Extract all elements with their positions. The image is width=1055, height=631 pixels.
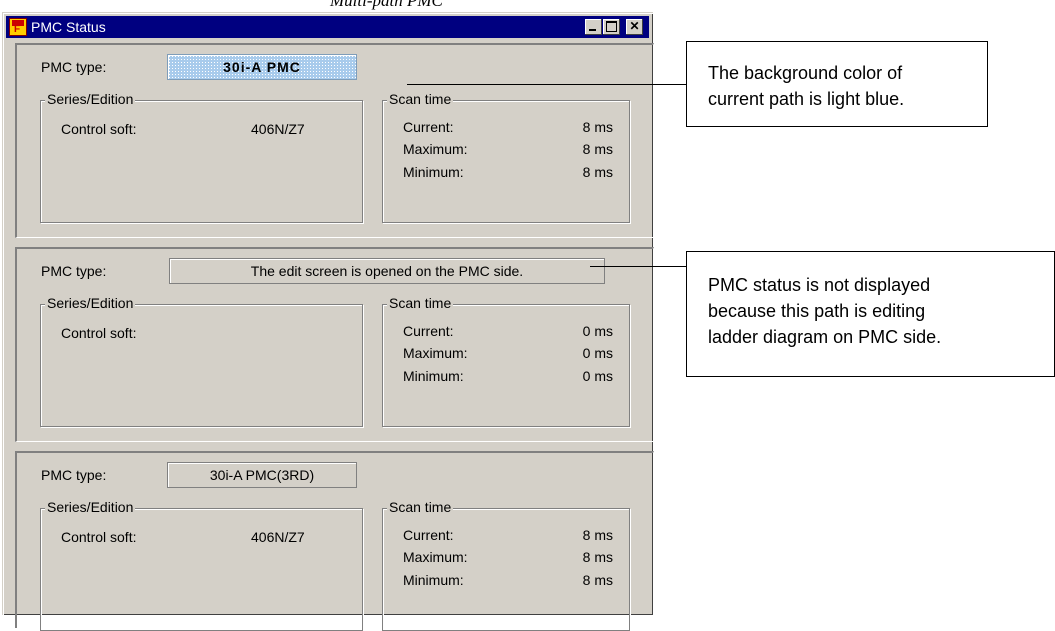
callout-line: current path is light blue. [708,89,905,109]
pmc-type-value: 30i-A PMC(3RD) [167,462,357,488]
scan-current-row: Current: 0 ms [403,323,613,339]
scan-time-group: Scan time Current: 8 ms Maximum: 8 ms Mini… [382,499,630,631]
callout-line: PMC status is not displayed [708,275,931,295]
series-edition-legend: Series/Edition [45,499,136,515]
series-edition-group: Series/Edition Control soft: [40,295,363,427]
scan-minimum-row: Minimum: 8 ms [403,572,613,588]
pmc-type-label: PMC type: [41,263,107,279]
page-caption: Multi-path PMC [330,0,443,10]
pmc-app-icon: F [9,18,27,36]
control-soft-label: Control soft: [61,121,137,137]
scan-time-legend: Scan time [387,91,454,107]
maximize-icon [606,21,617,32]
series-edition-legend: Series/Edition [45,91,136,107]
scan-maximum-label: Maximum: [403,141,468,157]
scan-minimum-value: 0 ms [582,368,613,384]
callout-line: because this path is editing [708,301,926,321]
callout-editing-path: PMC status is not displayed because this… [686,251,1055,377]
scan-minimum-value: 8 ms [582,164,613,180]
control-soft-value: 406N/Z7 [251,529,305,545]
scan-minimum-label: Minimum: [403,368,464,384]
callout-line: The background color of [708,63,903,83]
scan-maximum-label: Maximum: [403,345,468,361]
minimize-button[interactable] [585,19,602,35]
scan-current-row: Current: 8 ms [403,527,613,543]
scan-time-legend: Scan time [387,499,454,515]
pmc-type-value: The edit screen is opened on the PMC sid… [169,258,605,284]
scan-time-legend: Scan time [387,295,454,311]
series-edition-legend: Series/Edition [45,295,136,311]
callout-leader-line-1 [407,84,686,85]
scan-current-label: Current: [403,119,454,135]
scan-maximum-value: 0 ms [582,345,613,361]
scan-current-value: 0 ms [582,323,613,339]
close-button[interactable]: ✕ [626,19,643,35]
scan-maximum-row: Maximum: 0 ms [403,345,613,361]
scan-minimum-row: Minimum: 0 ms [403,368,613,384]
minimize-icon [589,29,596,31]
control-soft-label: Control soft: [61,325,137,341]
scan-minimum-label: Minimum: [403,164,464,180]
scan-time-group: Scan time Current: 8 ms Maximum: 8 ms Mini… [382,91,630,223]
callout-current-path: The background color of current path is … [686,41,988,127]
scan-minimum-row: Minimum: 8 ms [403,164,613,180]
scan-minimum-label: Minimum: [403,572,464,588]
pmc-type-value: 30i-A PMC [167,54,357,80]
scan-current-value: 8 ms [582,119,613,135]
window-title: PMC Status [31,19,106,35]
scan-current-value: 8 ms [582,527,613,543]
scan-current-label: Current: [403,323,454,339]
callout-line: ladder diagram on PMC side. [708,327,942,347]
scan-maximum-row: Maximum: 8 ms [403,549,613,565]
path-panel-2: PMC type: The edit screen is opened on t… [15,247,654,442]
scan-time-group: Scan time Current: 0 ms Maximum: 0 ms Mini… [382,295,630,427]
scan-maximum-row: Maximum: 8 ms [403,141,613,157]
scan-minimum-value: 8 ms [582,572,613,588]
pmc-type-label: PMC type: [41,467,107,483]
scan-maximum-label: Maximum: [403,549,468,565]
scan-maximum-value: 8 ms [582,549,613,565]
title-bar[interactable]: F PMC Status ✕ [6,16,649,38]
callout-leader-line-2 [590,266,686,267]
path-panel-3: PMC type: 30i-A PMC(3RD) Series/Edition … [15,451,654,631]
series-edition-group: Series/Edition Control soft: 406N/Z7 [40,91,363,223]
pmc-status-window: F PMC Status ✕ PMC type: 30i-A PMC Serie… [2,12,654,631]
series-edition-group: Series/Edition Control soft: 406N/Z7 [40,499,363,631]
scan-current-row: Current: 8 ms [403,119,613,135]
maximize-button[interactable] [603,19,620,35]
pmc-type-label: PMC type: [41,59,107,75]
close-icon: ✕ [629,19,640,33]
scan-current-label: Current: [403,527,454,543]
path-panel-1: PMC type: 30i-A PMC Series/Edition Contr… [15,43,654,238]
control-soft-value: 406N/Z7 [251,121,305,137]
scan-maximum-value: 8 ms [582,141,613,157]
control-soft-label: Control soft: [61,529,137,545]
